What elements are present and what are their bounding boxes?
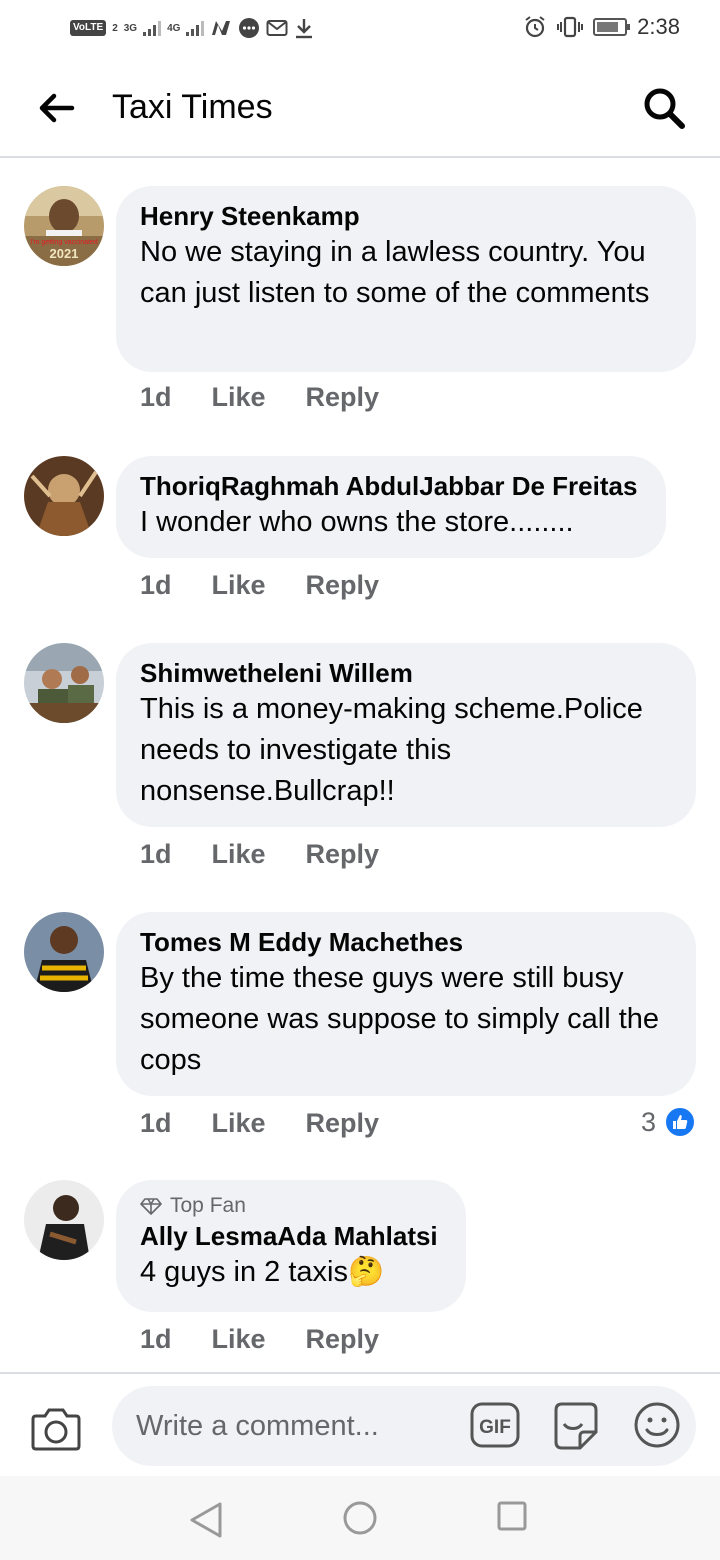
status-icons-left: VoLTE 2 3G 4G bbox=[70, 16, 314, 40]
comment-author[interactable]: Tomes M Eddy Machethes bbox=[140, 926, 672, 958]
reply-button[interactable]: Reply bbox=[306, 839, 380, 870]
comment-actions: 1d Like Reply bbox=[140, 1324, 379, 1355]
avatar[interactable] bbox=[24, 456, 104, 536]
nav-recents-icon[interactable] bbox=[496, 1500, 528, 1532]
nav-back-icon[interactable] bbox=[188, 1500, 224, 1540]
comment-input-container[interactable]: GIF bbox=[112, 1386, 696, 1466]
comment-item: Tomes M Eddy Machethes By the time these… bbox=[0, 912, 720, 1152]
comment-author[interactable]: Shimwetheleni Willem bbox=[140, 657, 672, 689]
comment-actions: 1d Like Reply bbox=[140, 1108, 379, 1139]
gif-icon[interactable]: GIF bbox=[470, 1402, 520, 1448]
page-header: Taxi Times bbox=[0, 58, 720, 158]
download-icon bbox=[296, 19, 313, 39]
status-icons-right: 2:38 bbox=[523, 14, 680, 40]
system-navigation-bar bbox=[0, 1476, 720, 1560]
comment-text: I wonder who owns the store........ bbox=[140, 506, 574, 538]
comment-author[interactable]: Henry Steenkamp bbox=[140, 200, 672, 232]
comment-input[interactable] bbox=[136, 1404, 466, 1448]
battery-icon bbox=[593, 18, 631, 36]
like-button[interactable]: Like bbox=[212, 570, 266, 601]
nav-home-icon[interactable] bbox=[342, 1500, 378, 1536]
emoji-icon[interactable] bbox=[632, 1400, 682, 1450]
comment-actions: 1d Like Reply bbox=[140, 839, 379, 870]
comment-item: Top Fan Ally LesmaAda Mahlatsi 4 guys in… bbox=[0, 1180, 720, 1370]
volte-icon: VoLTE bbox=[70, 20, 107, 36]
comment-bubble[interactable]: Tomes M Eddy Machethes By the time these… bbox=[116, 912, 696, 1096]
like-button[interactable]: Like bbox=[212, 1324, 266, 1355]
avatar[interactable] bbox=[24, 912, 104, 992]
comment-bubble[interactable]: Shimwetheleni Willem This is a money-mak… bbox=[116, 643, 696, 827]
comment-item: ThoriqRaghmah AbdulJabbar De Freitas I w… bbox=[0, 456, 720, 616]
reply-button[interactable]: Reply bbox=[306, 570, 380, 601]
network-4g-label: 4G bbox=[167, 22, 181, 34]
comment-composer: GIF bbox=[0, 1372, 720, 1476]
like-button[interactable]: Like bbox=[212, 382, 266, 413]
sticker-icon[interactable] bbox=[550, 1400, 602, 1452]
comment-actions: 1d Like Reply bbox=[140, 570, 379, 601]
camera-icon[interactable] bbox=[30, 1404, 82, 1452]
comment-time[interactable]: 1d bbox=[140, 839, 172, 870]
like-button[interactable]: Like bbox=[212, 1108, 266, 1139]
comment-bubble[interactable]: Top Fan Ally LesmaAda Mahlatsi 4 guys in… bbox=[116, 1180, 466, 1312]
alarm-icon bbox=[525, 16, 545, 38]
avatar[interactable] bbox=[24, 1180, 104, 1260]
status-bar: VoLTE 2 3G 4G 2:38 bbox=[0, 0, 720, 56]
comment-bubble[interactable]: ThoriqRaghmah AbdulJabbar De Freitas I w… bbox=[116, 456, 666, 558]
comment-item: I'm getting vaccinated 2021 Henry Steenk… bbox=[0, 186, 720, 426]
avatar[interactable]: I'm getting vaccinated 2021 bbox=[24, 186, 104, 266]
comment-text: By the time these guys were still busy s… bbox=[140, 962, 660, 1076]
network-3g-label: 3G bbox=[123, 22, 138, 34]
avatar-year: 2021 bbox=[50, 246, 79, 261]
n-icon bbox=[212, 21, 231, 35]
comment-time[interactable]: 1d bbox=[140, 570, 172, 601]
status-time: 2:38 bbox=[637, 14, 680, 39]
comment-time[interactable]: 1d bbox=[140, 1324, 172, 1355]
reply-button[interactable]: Reply bbox=[306, 1324, 380, 1355]
diamond-icon bbox=[140, 1198, 162, 1215]
avatar[interactable] bbox=[24, 643, 104, 723]
back-arrow-icon[interactable] bbox=[36, 90, 76, 126]
comment-author[interactable]: Ally LesmaAda Mahlatsi bbox=[140, 1220, 442, 1252]
comment-item: Shimwetheleni Willem This is a money-mak… bbox=[0, 643, 720, 883]
page-title: Taxi Times bbox=[112, 88, 273, 126]
comment-text: No we staying in a lawless country. You … bbox=[140, 236, 650, 309]
reply-button[interactable]: Reply bbox=[306, 382, 380, 413]
reaction-count: 3 bbox=[640, 1106, 656, 1137]
top-fan-label: Top Fan bbox=[170, 1194, 246, 1217]
signal-3g-icon bbox=[143, 20, 162, 36]
vibrate-icon bbox=[557, 16, 584, 38]
comment-actions: 1d Like Reply bbox=[140, 382, 379, 413]
comment-bubble[interactable]: Henry Steenkamp No we staying in a lawle… bbox=[116, 186, 696, 372]
top-fan-badge: Top Fan bbox=[140, 1192, 442, 1220]
reaction-summary[interactable]: 3 bbox=[641, 1106, 696, 1138]
comment-time[interactable]: 1d bbox=[140, 382, 172, 413]
search-icon[interactable] bbox=[640, 84, 688, 132]
comment-text: This is a money-making scheme.Police nee… bbox=[140, 693, 643, 807]
comment-time[interactable]: 1d bbox=[140, 1108, 172, 1139]
gmail-icon bbox=[266, 20, 288, 36]
comment-author[interactable]: ThoriqRaghmah AbdulJabbar De Freitas bbox=[140, 470, 642, 502]
sim-number: 2 bbox=[112, 22, 118, 34]
like-button[interactable]: Like bbox=[212, 839, 266, 870]
messenger-icon bbox=[239, 18, 260, 38]
signal-4g-icon bbox=[186, 20, 205, 36]
gif-label: GIF bbox=[479, 1417, 511, 1438]
like-reaction-icon bbox=[664, 1106, 696, 1138]
avatar-caption: I'm getting vaccinated bbox=[30, 239, 98, 246]
comment-text: 4 guys in 2 taxis🤔 bbox=[140, 1256, 385, 1288]
reply-button[interactable]: Reply bbox=[306, 1108, 380, 1139]
